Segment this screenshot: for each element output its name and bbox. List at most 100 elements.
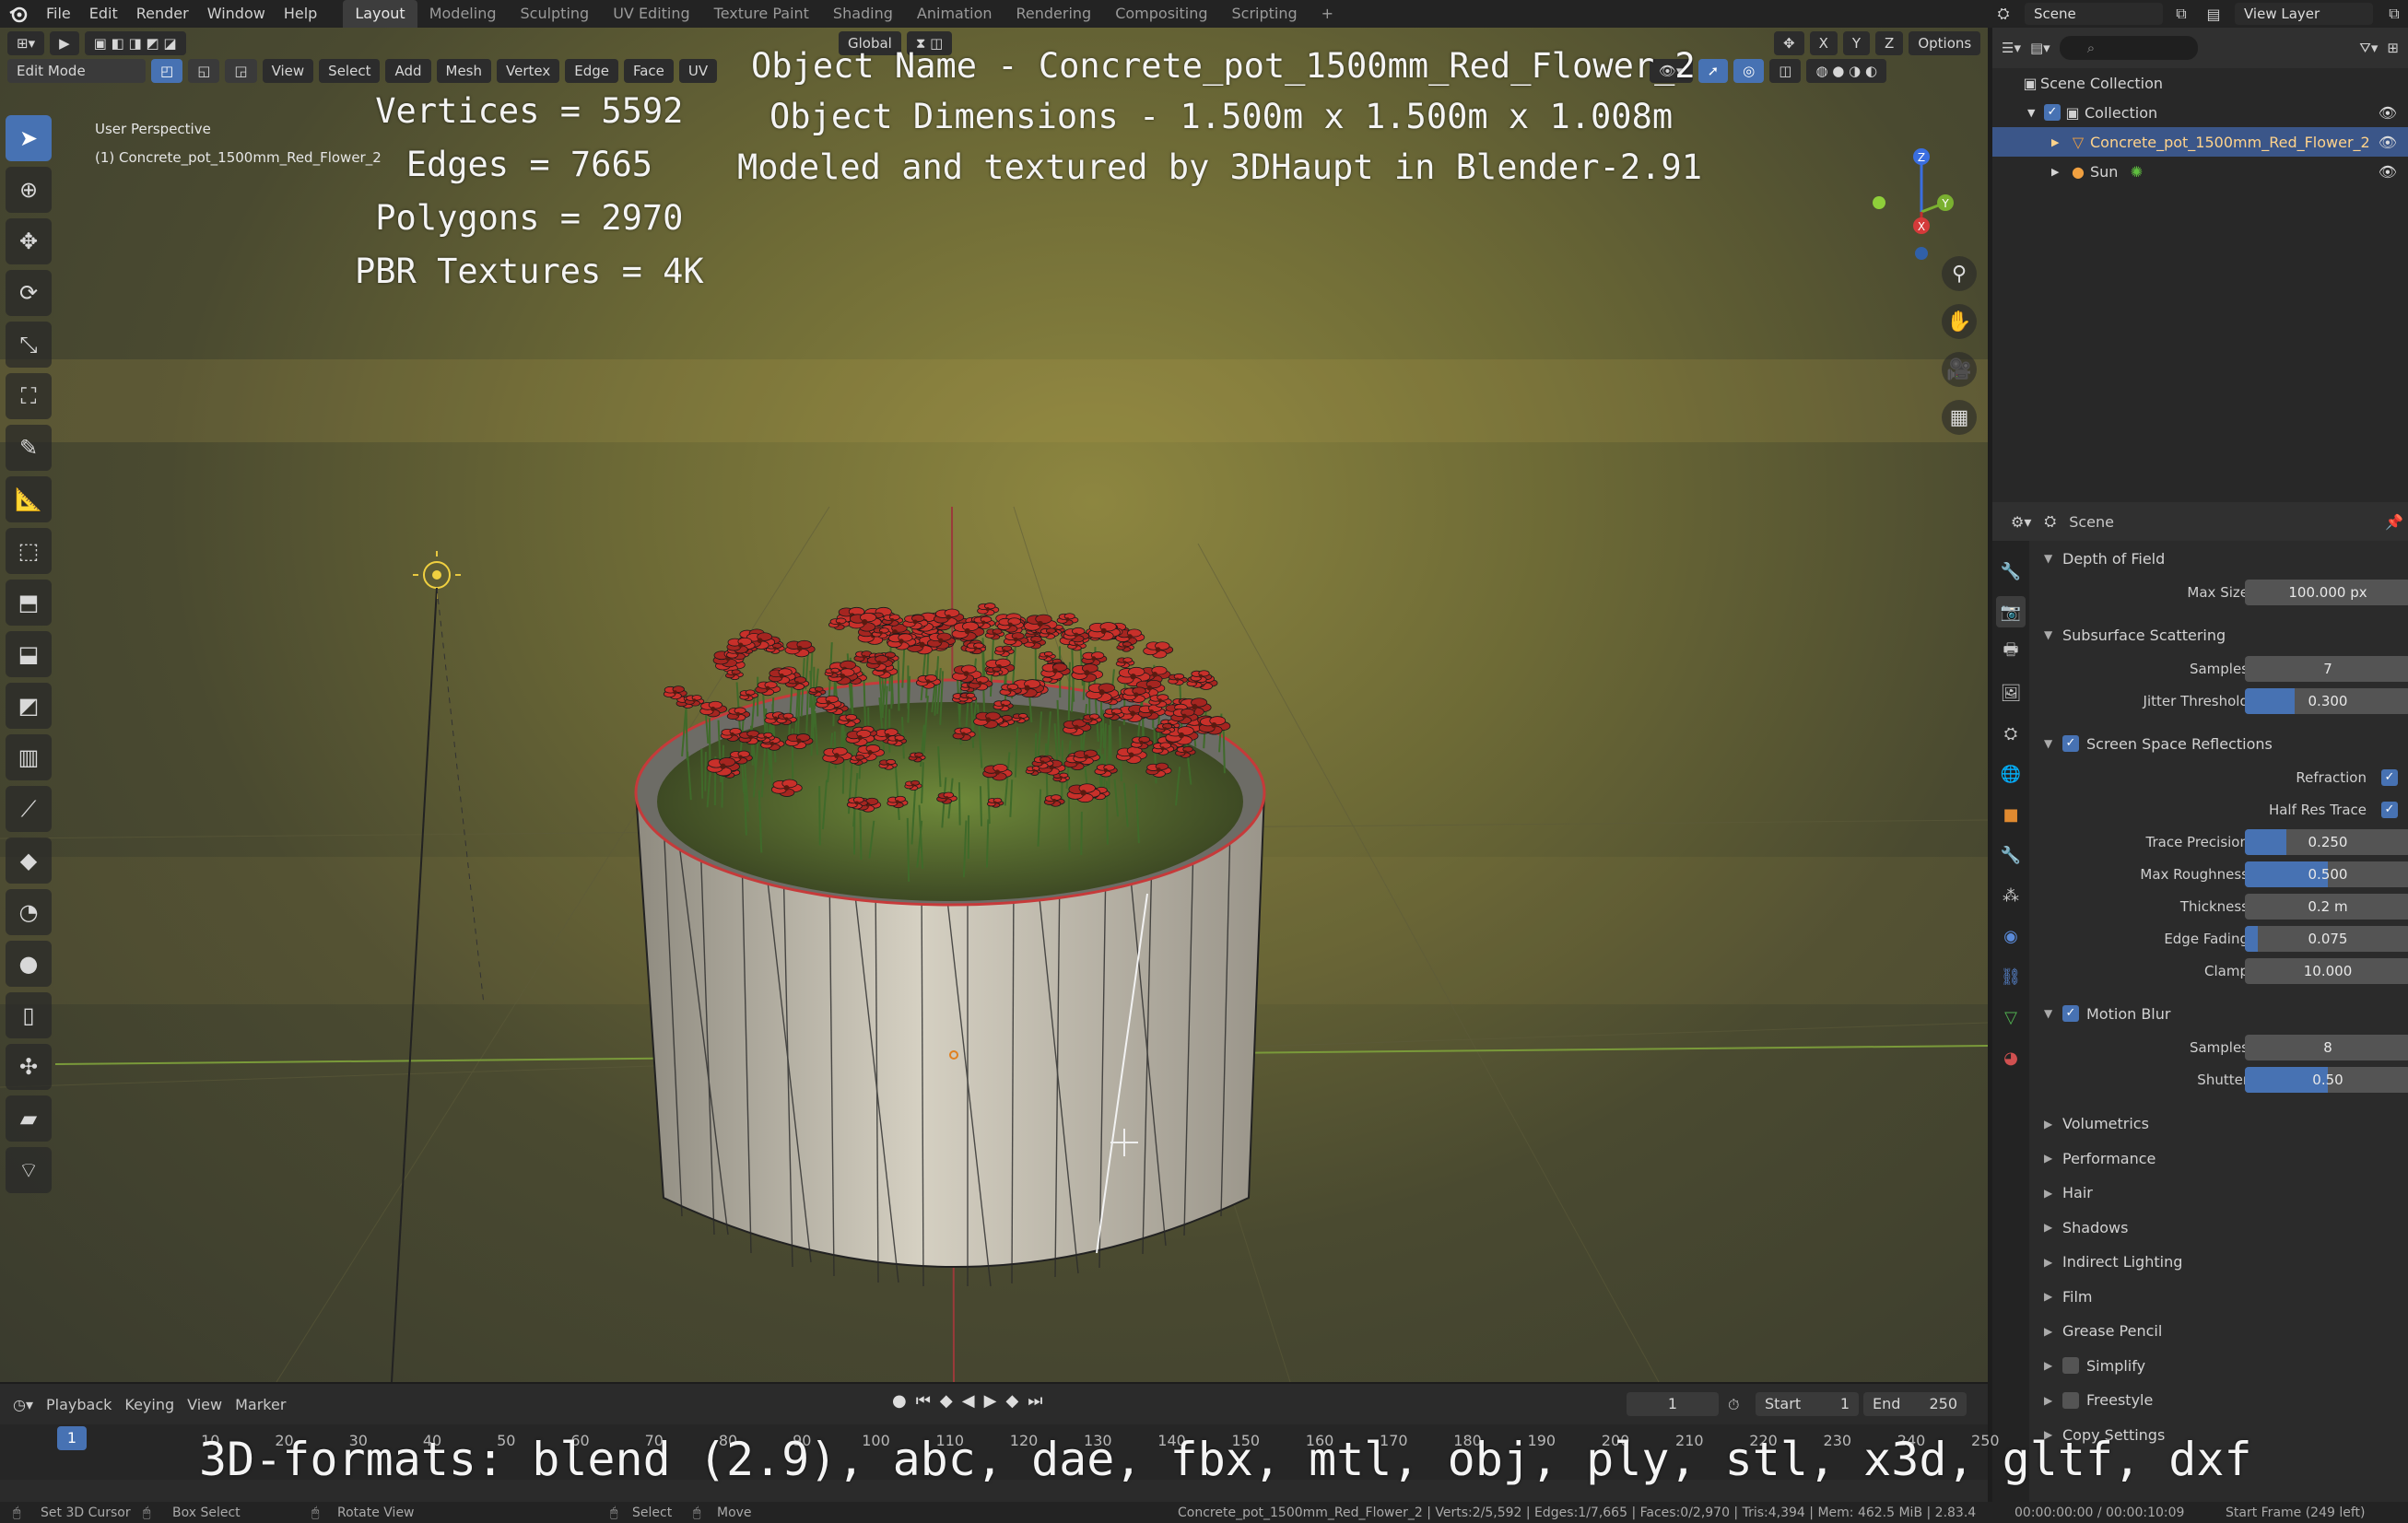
properties-editor-icon[interactable]: ⚙▾ bbox=[2011, 513, 2031, 531]
mesh-menu[interactable]: Mesh bbox=[436, 59, 491, 83]
outliner-scene-collection[interactable]: ▣ Scene Collection bbox=[1992, 68, 2408, 98]
extrude-tool-icon[interactable]: ⬒ bbox=[6, 580, 52, 626]
measure-tool-icon[interactable]: 📐 bbox=[6, 476, 52, 522]
next-keyframe-icon[interactable]: ◆ bbox=[1005, 1391, 1018, 1411]
start-frame-field[interactable]: Start 1 bbox=[1756, 1392, 1859, 1416]
modifier-tab-icon[interactable]: 🔧 bbox=[1996, 839, 2026, 871]
shading-modes-icon[interactable]: ◍ ● ◑ ◐ bbox=[1806, 59, 1887, 83]
display-mode-icon[interactable]: ▤▾ bbox=[2030, 40, 2050, 56]
tab-rendering[interactable]: Rendering bbox=[1004, 0, 1104, 28]
loop-cut-tool-icon[interactable]: ▥ bbox=[6, 734, 52, 780]
visibility-eye-icon[interactable]: 👁 bbox=[2379, 163, 2397, 181]
sss-samples-field[interactable]: 7 bbox=[2245, 655, 2408, 682]
freestyle-checkbox[interactable] bbox=[2062, 1391, 2079, 1409]
view-layer-selector[interactable]: View Layer bbox=[2235, 3, 2373, 25]
play-icon[interactable]: ▶ bbox=[984, 1391, 997, 1411]
face-menu[interactable]: Face bbox=[623, 59, 674, 83]
play-reverse-icon[interactable]: ◀ bbox=[962, 1391, 975, 1411]
edge-fading-slider[interactable]: 0.075 bbox=[2245, 925, 2408, 952]
section-motion-blur[interactable]: ▼ ✓ Motion Blur bbox=[2031, 996, 2408, 1031]
copy-icon[interactable]: ⧉ bbox=[2170, 5, 2192, 23]
scene-tab-icon[interactable]: ⛭ bbox=[1996, 718, 2026, 749]
half-res-checkbox[interactable]: ✓ bbox=[2381, 801, 2398, 818]
smooth-tool-icon[interactable]: ● bbox=[6, 941, 52, 987]
tool-tab-icon[interactable]: 🔧 bbox=[1996, 556, 2026, 587]
axis-y-toggle[interactable]: Y bbox=[1842, 31, 1871, 55]
select-box-tool-icon[interactable]: ➤ bbox=[6, 115, 52, 161]
pan-hand-icon[interactable]: ✋ bbox=[1942, 304, 1977, 339]
playback-menu[interactable]: Playback bbox=[46, 1396, 112, 1413]
transform-tool-icon[interactable]: ⛶ bbox=[6, 373, 52, 419]
section-depth-of-field[interactable]: ▼ Depth of Field bbox=[2031, 541, 2408, 576]
mode-selector[interactable]: Edit Mode bbox=[7, 59, 146, 83]
rotate-tool-icon[interactable]: ⟳ bbox=[6, 270, 52, 316]
menu-render[interactable]: Render bbox=[127, 0, 198, 28]
annotate-tool-icon[interactable]: ✎ bbox=[6, 425, 52, 471]
shrink-tool-icon[interactable]: ✣ bbox=[6, 1044, 52, 1090]
copy-layer-icon[interactable]: ⧉ bbox=[2380, 5, 2408, 23]
scene-icon[interactable]: ⛭ bbox=[1990, 5, 2017, 23]
vertex-select-icon[interactable]: ◰ bbox=[151, 59, 183, 83]
menu-edit[interactable]: Edit bbox=[80, 0, 127, 28]
outliner-sun-object[interactable]: ▶ ● Sun ✺ 👁 bbox=[1992, 157, 2408, 186]
record-icon[interactable]: ● bbox=[892, 1391, 907, 1411]
motion-blur-checkbox[interactable]: ✓ bbox=[2062, 1005, 2079, 1022]
add-workspace-button[interactable]: + bbox=[1310, 0, 1345, 28]
cursor-tool-icon[interactable]: ⊕ bbox=[6, 167, 52, 213]
stopwatch-icon[interactable]: ⏱ bbox=[1728, 1396, 1739, 1414]
jump-start-icon[interactable]: ⏮ bbox=[916, 1391, 931, 1411]
add-menu[interactable]: Add bbox=[385, 59, 431, 83]
tab-shading[interactable]: Shading bbox=[821, 0, 905, 28]
section-freestyle[interactable]: ▶ Freestyle bbox=[2031, 1383, 2408, 1418]
keying-menu[interactable]: Keying bbox=[124, 1396, 174, 1413]
tab-modeling[interactable]: Modeling bbox=[417, 0, 509, 28]
section-film[interactable]: ▶ Film bbox=[2031, 1280, 2408, 1315]
sss-jitter-slider[interactable]: 0.300 bbox=[2245, 687, 2408, 714]
filter-icon[interactable]: ⛛▾ bbox=[2359, 40, 2378, 56]
section-shadows[interactable]: ▶ Shadows bbox=[2031, 1211, 2408, 1246]
ssr-enable-checkbox[interactable]: ✓ bbox=[2062, 735, 2079, 752]
tab-uv-editing[interactable]: UV Editing bbox=[601, 0, 701, 28]
view-layer-tab-icon[interactable]: 🖼 bbox=[1996, 677, 2026, 709]
zoom-icon[interactable]: ⚲ bbox=[1942, 256, 1977, 291]
end-frame-field[interactable]: End 250 bbox=[1863, 1392, 1967, 1416]
tab-layout[interactable]: Layout bbox=[343, 0, 417, 28]
uv-menu[interactable]: UV bbox=[678, 59, 718, 83]
collection-checkbox[interactable]: ✓ bbox=[2044, 104, 2061, 121]
mb-samples-field[interactable]: 8 bbox=[2245, 1034, 2408, 1060]
timeline-view-menu[interactable]: View bbox=[187, 1396, 222, 1413]
select-mode-icons[interactable]: ▣ ◧ ◨ ◩ ◪ bbox=[84, 31, 186, 55]
data-tab-icon[interactable]: ▽ bbox=[1996, 1002, 2026, 1033]
menu-file[interactable]: File bbox=[37, 0, 80, 28]
render-tab-icon[interactable]: 📷 bbox=[1996, 596, 2026, 627]
visibility-eye-icon[interactable]: 👁 bbox=[2379, 104, 2397, 122]
physics-tab-icon[interactable]: ◉ bbox=[1996, 920, 2026, 952]
shutter-slider[interactable]: 0.50 bbox=[2245, 1066, 2408, 1093]
new-collection-icon[interactable]: ⊞ bbox=[2387, 40, 2399, 56]
tab-compositing[interactable]: Compositing bbox=[1103, 0, 1219, 28]
vertex-menu[interactable]: Vertex bbox=[497, 59, 560, 83]
constraints-tab-icon[interactable]: ⛓ bbox=[1996, 961, 2026, 992]
visibility-eye-icon[interactable]: 👁 bbox=[2379, 134, 2397, 151]
face-select-icon[interactable]: ◲ bbox=[225, 59, 257, 83]
expand-arrow-icon[interactable]: ▼ bbox=[2027, 107, 2044, 119]
add-cube-tool-icon[interactable]: ⬚ bbox=[6, 528, 52, 574]
knife-tool-icon[interactable]: ⟋ bbox=[6, 786, 52, 832]
camera-icon[interactable]: 🎥 bbox=[1942, 352, 1977, 387]
select-menu[interactable]: Select bbox=[319, 59, 381, 83]
tab-scripting[interactable]: Scripting bbox=[1220, 0, 1310, 28]
shear-tool-icon[interactable]: ▰ bbox=[6, 1095, 52, 1142]
section-indirect-lighting[interactable]: ▶ Indirect Lighting bbox=[2031, 1245, 2408, 1280]
expand-arrow-icon[interactable]: ▶ bbox=[2051, 166, 2066, 178]
gizmo-toggle-icon[interactable]: ➚ bbox=[1697, 59, 1729, 83]
section-volumetrics[interactable]: ▶ Volumetrics bbox=[2031, 1107, 2408, 1142]
prev-keyframe-icon[interactable]: ◆ bbox=[940, 1391, 953, 1411]
outliner-collection[interactable]: ▼ ✓ ▣ Collection 👁 bbox=[1992, 98, 2408, 127]
view-layer-icon[interactable]: ▤ bbox=[2200, 6, 2227, 23]
inset-tool-icon[interactable]: ⬓ bbox=[6, 631, 52, 677]
outliner-editor-icon[interactable]: ☰▾ bbox=[2002, 40, 2021, 56]
grid-view-icon[interactable]: ▦ bbox=[1942, 400, 1977, 435]
expand-arrow-icon[interactable]: ▶ bbox=[2051, 136, 2066, 148]
scale-tool-icon[interactable]: ⤡ bbox=[6, 322, 52, 368]
trace-precision-slider[interactable]: 0.250 bbox=[2245, 828, 2408, 855]
